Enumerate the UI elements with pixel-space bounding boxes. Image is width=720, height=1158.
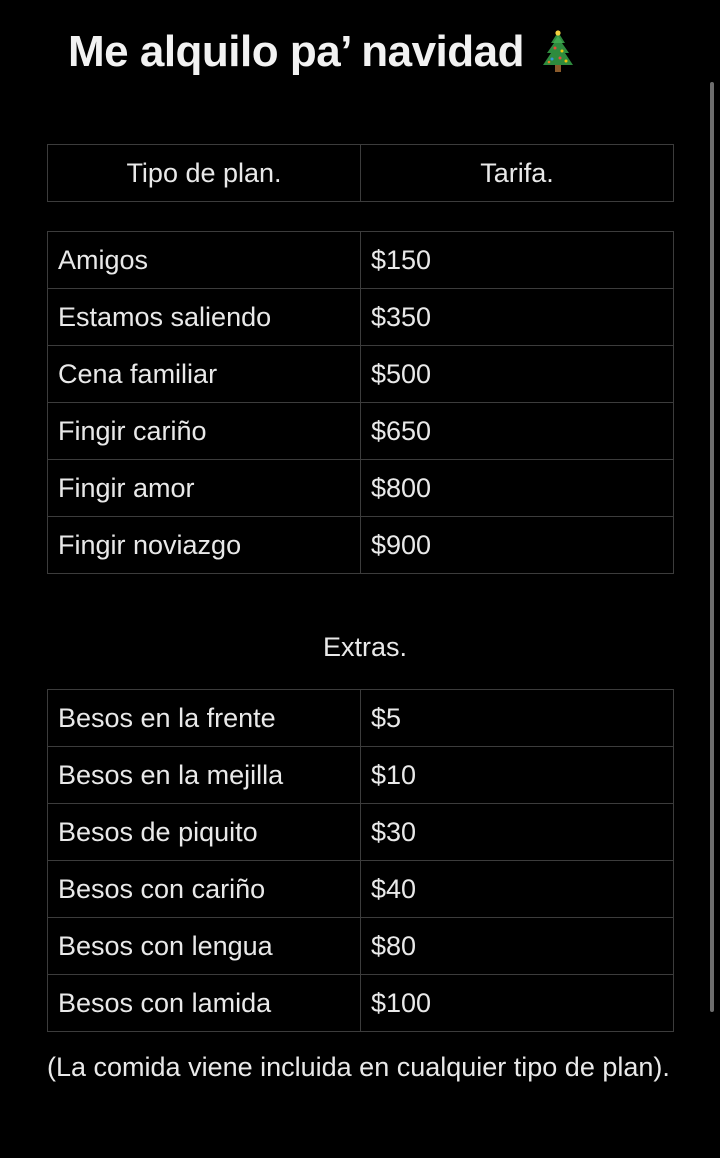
extra-name: Besos con lamida	[47, 974, 361, 1032]
plan-price: $350	[360, 288, 674, 346]
extra-price: $5	[360, 689, 674, 747]
footnote: (La comida viene incluida en cualquier t…	[47, 1052, 670, 1082]
plan-price: $800	[360, 459, 674, 517]
extra-name: Besos de piquito	[47, 803, 361, 861]
extra-price: $30	[360, 803, 674, 861]
plan-name: Amigos	[47, 231, 361, 289]
extra-price: $80	[360, 917, 674, 975]
table-row: Besos con cariño $40	[47, 860, 674, 918]
plan-price: $500	[360, 345, 674, 403]
extras-heading: Extras.	[322, 632, 408, 662]
extra-name: Besos con cariño	[47, 860, 361, 918]
extra-name: Besos en la mejilla	[47, 746, 361, 804]
table-row: Besos en la frente $5	[47, 689, 674, 747]
header-plan-type: Tipo de plan.	[47, 144, 361, 202]
extra-price: $10	[360, 746, 674, 804]
scrollbar[interactable]	[710, 82, 714, 1012]
table-row: Fingir noviazgo $900	[47, 516, 674, 574]
table-row: Amigos $150	[47, 231, 674, 289]
extras-table: Besos en la frente $5 Besos en la mejill…	[47, 689, 674, 1032]
page-title-text: Me alquilo pa’ navidad	[68, 27, 524, 76]
plan-name: Fingir cariño	[47, 402, 361, 460]
plan-header-table: Tipo de plan. Tarifa.	[47, 144, 674, 202]
table-row: Besos en la mejilla $10	[47, 746, 674, 804]
table-row: Besos de piquito $30	[47, 803, 674, 861]
extra-price: $100	[360, 974, 674, 1032]
extra-name: Besos en la frente	[47, 689, 361, 747]
table-header-row: Tipo de plan. Tarifa.	[47, 144, 674, 202]
header-rate: Tarifa.	[360, 144, 674, 202]
page-title: Me alquilo pa’ navidad	[68, 22, 578, 82]
table-row: Estamos saliendo $350	[47, 288, 674, 346]
extra-name: Besos con lengua	[47, 917, 361, 975]
extra-price: $40	[360, 860, 674, 918]
table-row: Besos con lamida $100	[47, 974, 674, 1032]
table-row: Cena familiar $500	[47, 345, 674, 403]
plan-price: $650	[360, 402, 674, 460]
christmas-tree-icon	[542, 30, 573, 72]
plan-name: Fingir amor	[47, 459, 361, 517]
plan-price: $150	[360, 231, 674, 289]
plan-price: $900	[360, 516, 674, 574]
table-row: Fingir amor $800	[47, 459, 674, 517]
plan-name: Fingir noviazgo	[47, 516, 361, 574]
plan-name: Cena familiar	[47, 345, 361, 403]
table-row: Fingir cariño $650	[47, 402, 674, 460]
plan-name: Estamos saliendo	[47, 288, 361, 346]
plans-table: Amigos $150 Estamos saliendo $350 Cena f…	[47, 231, 674, 574]
table-row: Besos con lengua $80	[47, 917, 674, 975]
